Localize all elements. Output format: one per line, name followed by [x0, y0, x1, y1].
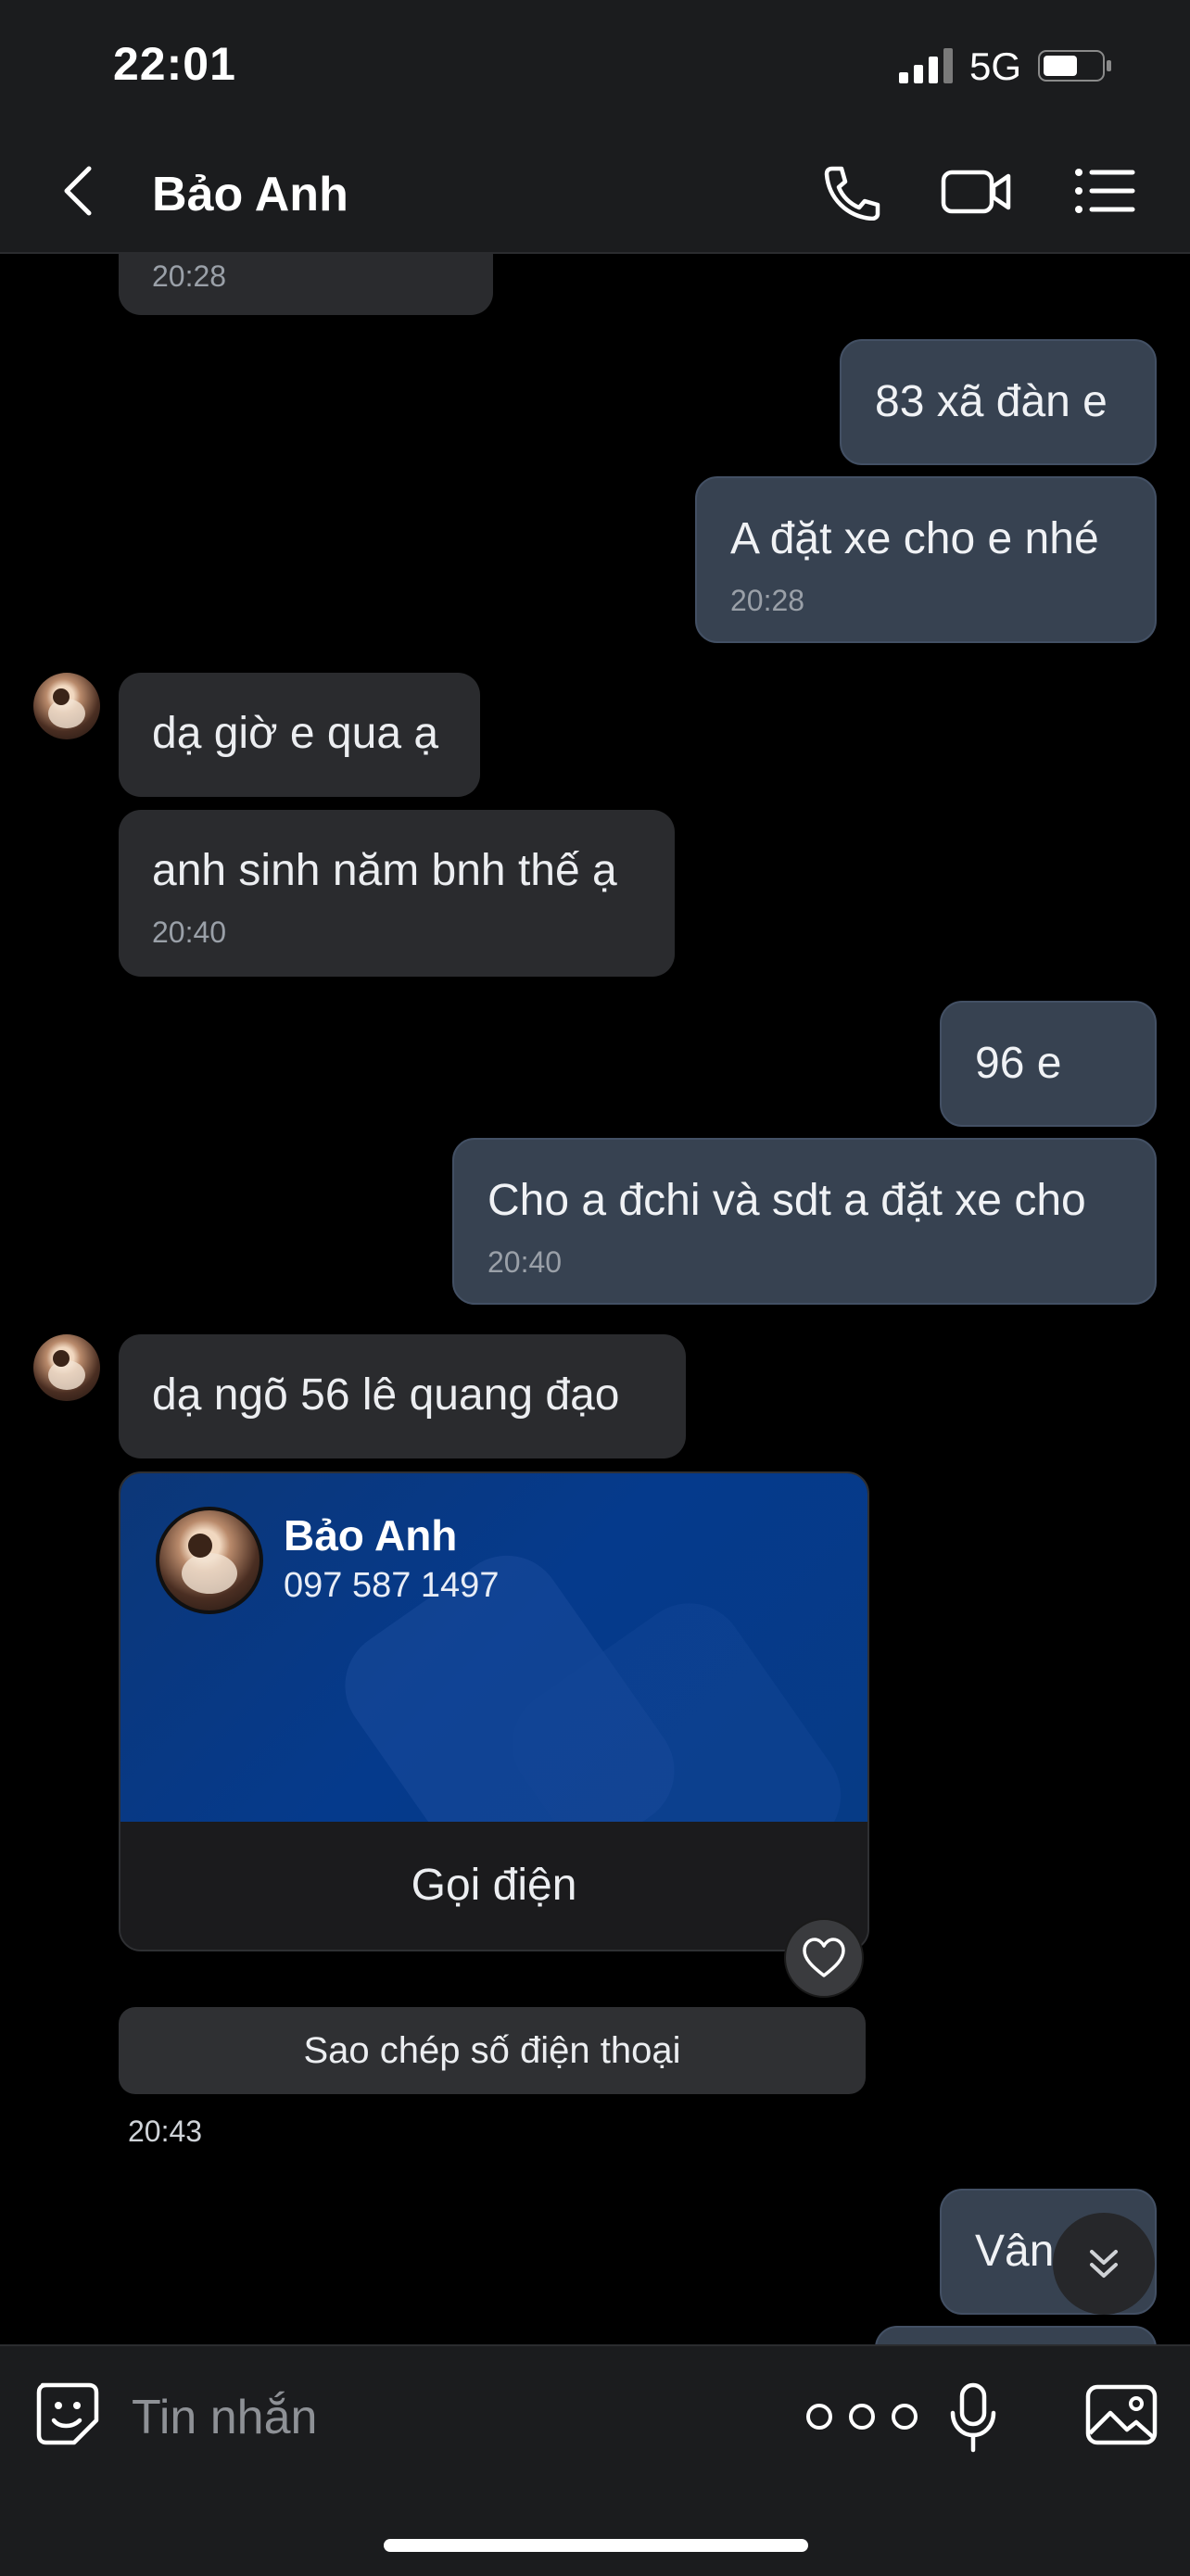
like-button[interactable]	[784, 1918, 864, 1998]
network-type: 5G	[969, 44, 1022, 88]
image-icon[interactable]	[1084, 2381, 1158, 2448]
more-options-icon[interactable]	[801, 2398, 923, 2435]
contact-card[interactable]: Bảo Anh 097 587 1497 Gọi điện	[119, 1471, 869, 1951]
battery-icon	[1038, 50, 1111, 82]
message-text: 83 xã đàn e	[875, 377, 1108, 426]
copy-phone-button[interactable]: Sao chép số điện thoại	[119, 2007, 866, 2094]
message-bubble-outgoing[interactable]: A đặt xe cho e nhé 20:28	[695, 476, 1157, 643]
microphone-icon[interactable]	[947, 2381, 999, 2454]
message-text: dạ ngõ 56 lê quang đạo	[152, 1370, 620, 1420]
contact-avatar[interactable]	[33, 673, 100, 739]
top-bar: 22:01 5G Bảo Anh	[0, 0, 1190, 254]
contact-card-name: Bảo Anh	[284, 1511, 458, 1559]
message-text: 96 e	[975, 1039, 1062, 1088]
scroll-to-bottom-button[interactable]	[1053, 2213, 1155, 2315]
message-bubble-incoming[interactable]: dạ giờ e qua ạ	[119, 673, 480, 797]
message-bubble-outgoing[interactable]: Cho a đchi và sdt a đặt xe cho 20:40	[452, 1138, 1157, 1305]
menu-icon[interactable]	[1071, 161, 1146, 221]
contact-card-phone: 097 587 1497	[284, 1566, 500, 1605]
message-time: 20:40	[152, 915, 227, 949]
signal-icon	[899, 48, 953, 83]
home-indicator	[384, 2539, 808, 2552]
message-bubble-outgoing[interactable]: 96 e	[940, 1001, 1157, 1127]
video-call-icon[interactable]	[940, 161, 1014, 221]
message-text: Cho a đchi và sdt a đặt xe cho	[487, 1176, 1086, 1225]
contact-card-avatar	[156, 1507, 263, 1614]
message-time: 20:43	[128, 2115, 203, 2148]
back-icon[interactable]	[56, 163, 102, 219]
message-text: A đặt xe cho e nhé	[730, 514, 1099, 563]
phone-icon[interactable]	[812, 161, 886, 221]
message-text: dạ giờ e qua ạ	[152, 709, 439, 758]
contact-avatar[interactable]	[33, 1334, 100, 1401]
message-bubble-outgoing[interactable]: 83 xã đàn e	[840, 339, 1157, 465]
contact-card-header: Bảo Anh 097 587 1497	[120, 1473, 867, 1822]
call-button[interactable]: Gọi điện	[120, 1822, 867, 1950]
message-time: 20:28	[152, 259, 227, 293]
message-time: 20:28	[730, 584, 805, 617]
message-input[interactable]	[130, 2383, 782, 2452]
heart-icon	[803, 1938, 845, 1977]
message-time: 20:40	[487, 1245, 563, 1279]
sticker-icon[interactable]	[33, 2380, 102, 2448]
message-bubble-incoming[interactable]: dạ ngõ 56 lê quang đạo	[119, 1334, 686, 1458]
status-time: 22:01	[113, 38, 236, 90]
double-chevron-down-icon	[1090, 2250, 1118, 2278]
message-text: anh sinh năm bnh thế ạ	[152, 846, 617, 895]
message-bubble-incoming[interactable]: anh sinh năm bnh thế ạ 20:40	[119, 810, 675, 977]
conversation-title[interactable]: Bảo Anh	[152, 167, 348, 222]
